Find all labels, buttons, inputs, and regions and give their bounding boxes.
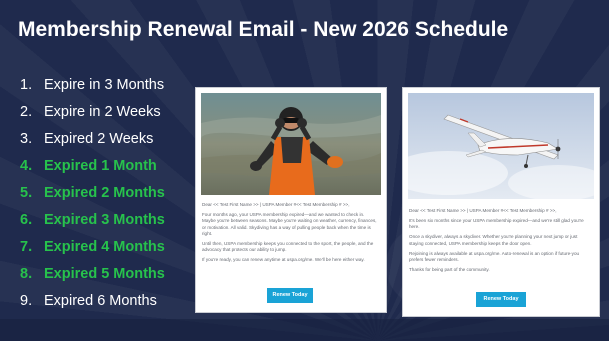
email-greeting: Dear << Test First Name >> | USPA Member… (409, 208, 557, 213)
schedule-item: 9. Expired 6 Months (20, 288, 165, 315)
schedule-item-label: Expired 5 Months (44, 266, 165, 282)
schedule-item-label: Expired 2 Months (44, 185, 165, 201)
jump-plane-in-sky-photo (408, 93, 594, 199)
schedule-item-label: Expired 3 Months (44, 212, 165, 228)
schedule-item-number: 3. (20, 131, 33, 147)
email-schedule-list: 1. Expire in 3 Months 2. Expire in 2 Weeks… (20, 72, 165, 315)
schedule-item: 3. Expired 2 Weeks (20, 126, 165, 153)
email-body: Dear << Test First Name >> | USPA Member… (409, 208, 593, 277)
schedule-item-label: Expire in 2 Weeks (44, 104, 161, 120)
slide: Membership Renewal Email - New 2026 Sche… (0, 0, 609, 341)
email-paragraph: Once a skydiver, always a skydiver. Whet… (409, 234, 578, 246)
schedule-item-new: 6. Expired 3 Months (20, 207, 165, 234)
email-paragraph: Rejoining is always available at uspa.or… (409, 250, 580, 262)
email-preview-six-months: Dear << Test First Name >> | USPA Member… (403, 88, 599, 316)
schedule-item-number: 2. (20, 104, 33, 120)
email-body: Dear << Test First Name >> | USPA Member… (202, 202, 378, 267)
email-paragraph: Four months ago, your USPA membership ex… (202, 211, 377, 237)
renew-today-button[interactable]: Renew Today (267, 288, 313, 303)
schedule-item-label: Expired 2 Weeks (44, 131, 154, 147)
schedule-item-number: 5. (20, 185, 33, 201)
slide-title: Membership Renewal Email - New 2026 Sche… (18, 18, 509, 41)
email-greeting: Dear << Test First Name >> | USPA Member… (202, 202, 350, 207)
schedule-item-new: 4. Expired 1 Month (20, 153, 165, 180)
email-paragraph: If you're ready, you can renew anytime a… (202, 257, 365, 263)
schedule-item-label: Expired 1 Month (44, 158, 157, 174)
schedule-item-new: 7. Expired 4 Months (20, 234, 165, 261)
skydiver-freefall-photo (201, 93, 381, 195)
schedule-item-number: 7. (20, 239, 33, 255)
email-preview-four-months: Dear << Test First Name >> | USPA Member… (196, 88, 386, 312)
email-paragraph: Until then, USPA membership keeps you co… (202, 241, 374, 253)
schedule-item-label: Expired 4 Months (44, 239, 165, 255)
schedule-item-number: 1. (20, 77, 33, 93)
schedule-item: 1. Expire in 3 Months (20, 72, 165, 99)
schedule-item-label: Expire in 3 Months (44, 77, 165, 93)
schedule-item-new: 8. Expired 5 Months (20, 261, 165, 288)
email-paragraph: Thanks for being part of the community. (409, 266, 490, 272)
schedule-item-number: 4. (20, 158, 33, 174)
schedule-item: 2. Expire in 2 Weeks (20, 99, 165, 126)
schedule-item-label: Expired 6 Months (44, 293, 157, 309)
schedule-item-new: 5. Expired 2 Months (20, 180, 165, 207)
email-paragraph: It's been six months since your USPA mem… (409, 217, 584, 230)
schedule-item-number: 6. (20, 212, 33, 228)
schedule-item-number: 8. (20, 266, 33, 282)
schedule-item-number: 9. (20, 293, 33, 309)
renew-today-button[interactable]: Renew Today (476, 292, 526, 307)
